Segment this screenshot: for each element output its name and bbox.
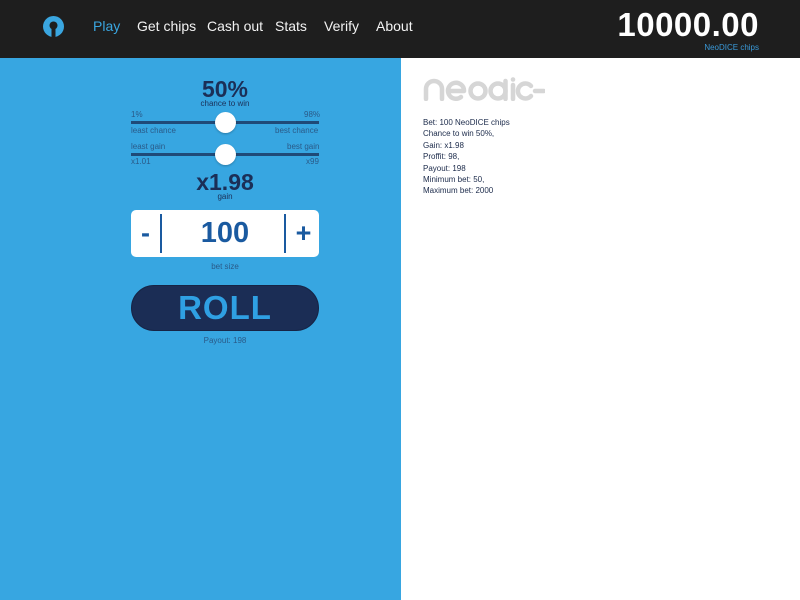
bet-divider-left bbox=[160, 214, 162, 253]
payout-summary: Payout: 198 bbox=[203, 336, 247, 345]
gain-min-label: least gain bbox=[131, 142, 166, 151]
chance-min-label: least chance bbox=[131, 126, 176, 135]
bet-size-label: bet size bbox=[211, 262, 239, 271]
nav-about[interactable]: About bbox=[376, 18, 413, 34]
info-line-payout: Payout: 198 bbox=[423, 164, 466, 173]
info-line-min-bet: Minimum bet: 50, bbox=[423, 175, 485, 184]
gain-max: x99 bbox=[306, 157, 319, 166]
nav-stats[interactable]: Stats bbox=[275, 18, 307, 34]
info-line-profit: Proffit: 98, bbox=[423, 152, 460, 161]
roll-button[interactable]: ROLL bbox=[131, 285, 319, 331]
chance-min: 1% bbox=[131, 110, 143, 119]
bet-stepper: - + bbox=[131, 210, 319, 257]
info-line-bet: Bet: 100 NeoDICE chips bbox=[423, 118, 510, 127]
nav-verify[interactable]: Verify bbox=[324, 18, 359, 34]
info-line-max-bet: Maximum bet: 2000 bbox=[423, 186, 494, 195]
chance-label: chance to win bbox=[200, 99, 250, 108]
decrease-bet-button[interactable]: - bbox=[131, 210, 160, 257]
neodice-logo bbox=[423, 77, 545, 101]
gain-min: x1.01 bbox=[131, 157, 151, 166]
chance-max: 98% bbox=[304, 110, 321, 119]
gain-slider-knob[interactable] bbox=[214, 144, 236, 165]
info-line-gain: Gain: x1.98 bbox=[423, 141, 464, 150]
nav-cash-out[interactable]: Cash out bbox=[207, 18, 263, 34]
target-ring-icon[interactable] bbox=[43, 16, 64, 37]
balance-unit: NeoDICE chips bbox=[704, 43, 759, 52]
bet-size-input[interactable] bbox=[164, 214, 286, 253]
bet-divider-right bbox=[284, 214, 286, 253]
gain-max-label: best gain bbox=[287, 142, 320, 151]
top-bar: Play Get chips Cash out Stats Verify Abo… bbox=[0, 0, 800, 58]
chance-max-label: best chance bbox=[275, 126, 319, 135]
nav-get-chips[interactable]: Get chips bbox=[137, 18, 196, 34]
increase-bet-button[interactable]: + bbox=[288, 210, 319, 257]
gain-label: gain bbox=[217, 192, 233, 201]
nav-play[interactable]: Play bbox=[93, 18, 120, 34]
balance-value: 10000.00 bbox=[617, 6, 759, 43]
info-line-chance: Chance to win 50%, bbox=[423, 129, 495, 138]
chance-slider-knob[interactable] bbox=[214, 112, 236, 133]
